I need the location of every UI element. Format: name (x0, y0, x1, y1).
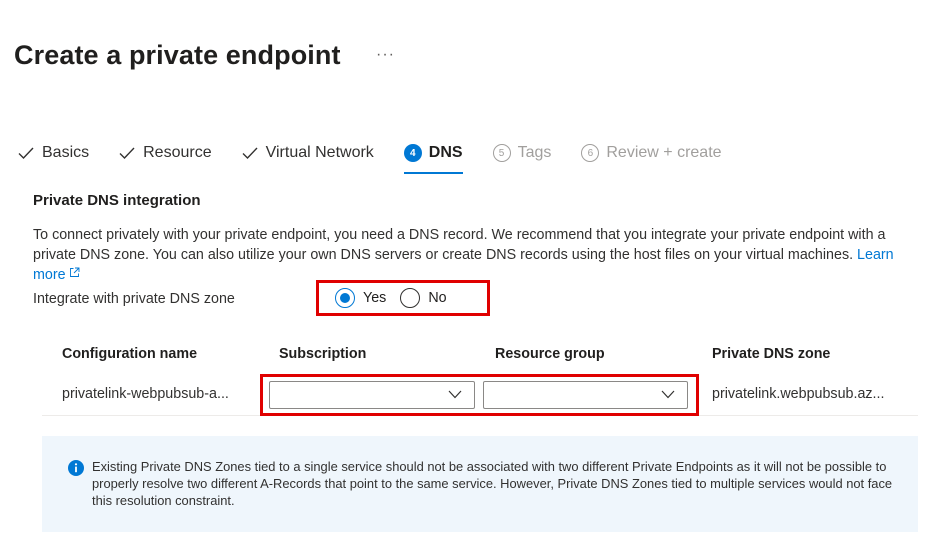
tab-label: Tags (517, 144, 552, 161)
checkmark-icon (18, 147, 34, 159)
checkmark-icon (119, 147, 135, 159)
tab-label: Virtual Network (265, 144, 374, 161)
wizard-tabs: Basics Resource Virtual Network 4 DNS 5 … (18, 140, 752, 174)
tab-label: Review + create (606, 144, 722, 161)
radio-label: Yes (363, 290, 387, 306)
chevron-down-icon (448, 390, 461, 399)
tab-dns[interactable]: 4 DNS (403, 140, 463, 174)
tab-virtual-network[interactable]: Virtual Network (242, 140, 374, 166)
external-link-icon (69, 267, 80, 277)
more-options-icon[interactable]: ··· (376, 46, 395, 64)
step-number-badge: 6 (581, 144, 600, 162)
column-header-config-name: Configuration name (62, 346, 198, 362)
radio-no[interactable]: No (400, 288, 447, 308)
tab-resource[interactable]: Resource (119, 140, 212, 166)
radio-circle (400, 288, 421, 308)
highlighted-dropdowns (260, 374, 699, 416)
subscription-dropdown[interactable] (269, 381, 475, 409)
tab-basics[interactable]: Basics (18, 140, 89, 166)
radio-yes[interactable]: Yes (335, 288, 386, 308)
description-text: To connect privately with your private e… (33, 227, 886, 263)
tab-label: Resource (143, 144, 212, 161)
private-dns-zone-cell: privatelink.webpubsub.az... (712, 385, 885, 402)
page-title: Create a private endpoint (14, 40, 341, 70)
radio-circle (335, 288, 355, 308)
info-text: Existing Private DNS Zones tied to a sin… (92, 459, 893, 508)
config-name-cell: privatelink-webpubsub-a... (62, 385, 229, 402)
column-header-subscription: Subscription (279, 346, 367, 362)
tab-label: DNS (428, 144, 463, 161)
info-message-bar: Existing Private DNS Zones tied to a sin… (42, 436, 918, 532)
step-number-badge: 5 (492, 144, 511, 162)
tab-review-create[interactable]: 6 Review + create (581, 140, 722, 166)
step-number-badge: 4 (403, 144, 422, 162)
tab-tags[interactable]: 5 Tags (492, 140, 552, 166)
resource-group-dropdown[interactable] (482, 381, 688, 409)
section-heading: Private DNS integration (33, 192, 201, 209)
column-header-private-dns-zone: Private DNS zone (712, 346, 831, 362)
integrate-dns-radio-group: Yes No (316, 280, 490, 316)
column-header-resource-group: Resource group (495, 346, 605, 362)
grid-header-row: Configuration name Subscription Resource… (42, 336, 918, 372)
radio-label: No (428, 290, 447, 306)
tab-label: Basics (42, 144, 90, 161)
section-description: To connect privately with your private e… (33, 225, 913, 285)
checkmark-icon (242, 147, 258, 159)
info-icon (68, 460, 84, 476)
chevron-down-icon (661, 390, 675, 399)
integrate-dns-label: Integrate with private DNS zone (33, 291, 235, 307)
